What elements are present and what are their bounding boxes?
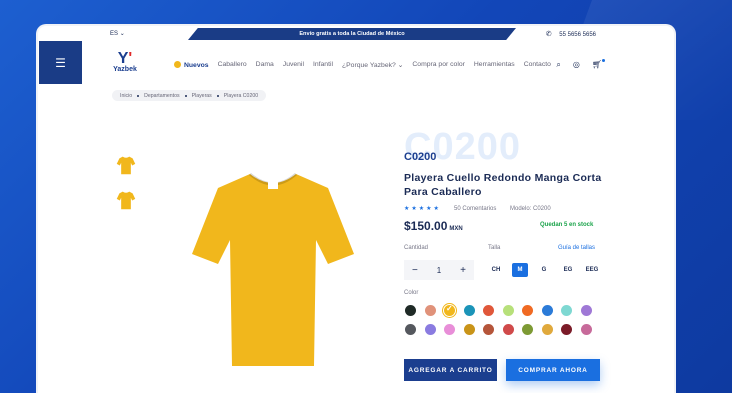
buy-now-button[interactable]: COMPRAR AHORA — [506, 359, 600, 381]
color-swatch[interactable] — [580, 324, 592, 335]
logo-name: Yazbek — [113, 66, 137, 73]
breadcrumb-item[interactable]: Inicio — [120, 93, 132, 99]
logo-mark: Y' — [117, 50, 133, 67]
product-thumbnail[interactable] — [114, 153, 138, 177]
nav-item-label: Contacto — [523, 61, 551, 68]
nav-icons: ⌕ ◎ 🛒︎ — [556, 59, 606, 70]
color-swatch[interactable] — [463, 324, 475, 335]
price-value: $150.00 — [404, 219, 448, 233]
color-label: Color — [404, 290, 419, 296]
reviews-link[interactable]: 50 Comentarios — [454, 206, 496, 212]
color-swatch[interactable] — [444, 324, 455, 335]
product-price: $150.00 MXN — [404, 219, 463, 233]
size-option[interactable]: M — [512, 263, 528, 277]
page: ES ⌄ Envío gratis a toda la Ciudad de Mé… — [38, 26, 674, 393]
color-swatch[interactable] — [541, 305, 553, 316]
nav-item-label: Juvenil — [282, 61, 304, 68]
new-badge-icon — [174, 61, 181, 68]
color-swatch[interactable] — [483, 305, 494, 316]
tshirt-thumbnail-image — [116, 156, 136, 175]
product-main-image — [192, 172, 354, 366]
color-swatch[interactable] — [522, 305, 533, 316]
color-swatch[interactable] — [405, 305, 416, 316]
stock-status: Quedan 5 en stock — [540, 222, 594, 228]
color-swatch[interactable] — [463, 305, 475, 316]
product-code: C0200 — [404, 151, 437, 163]
nav-item-label: Caballero — [217, 61, 247, 68]
increase-quantity-button[interactable]: + — [460, 265, 466, 276]
nav-item[interactable]: Herramientas — [474, 61, 515, 69]
color-swatch[interactable] — [541, 324, 553, 335]
top-bar: ES ⌄ Envío gratis a toda la Ciudad de Mé… — [38, 26, 674, 42]
size-option[interactable]: G — [536, 263, 552, 277]
phone-number: 55 5656 5656 — [559, 32, 596, 38]
nav-item[interactable]: Juvenil — [283, 61, 304, 69]
nav-item[interactable]: Compra por color — [412, 61, 465, 69]
breadcrumb-separator — [184, 94, 187, 97]
add-to-cart-button[interactable]: AGREGAR A CARRITO — [404, 359, 497, 381]
color-swatch[interactable] — [561, 305, 572, 316]
color-swatch[interactable] — [424, 305, 436, 316]
shipping-banner: Envío gratis a toda la Ciudad de México — [188, 28, 516, 40]
decrease-quantity-button[interactable]: − — [412, 265, 418, 276]
color-swatch[interactable] — [405, 324, 416, 335]
product-model: Modelo: C0200 — [510, 206, 551, 212]
product-title: Playera Cuello Redondo Manga Corta Para … — [404, 172, 602, 198]
main-nav: Nuevos Caballero Dama Juvenil Infantil ¿Porqu… — [174, 61, 551, 69]
phone-contact[interactable]: ✆ 55 5656 5656 — [546, 30, 596, 38]
quantity-value[interactable]: 1 — [437, 266, 441, 275]
nav-item[interactable]: ¿Porque Yazbek? ⌄ — [342, 61, 403, 69]
size-label: Talla — [488, 245, 501, 251]
breadcrumb-item[interactable]: Playeras — [192, 93, 212, 99]
color-swatch[interactable] — [483, 324, 494, 335]
breadcrumb-separator — [216, 94, 219, 97]
rating-stars: ★★★★★ — [404, 206, 441, 212]
breadcrumb-item: Playera C0200 — [223, 92, 259, 99]
menu-button[interactable]: ☰ — [39, 41, 82, 84]
nav-item[interactable]: Nuevos — [174, 61, 209, 69]
nav-item-label: Infantil — [312, 61, 333, 68]
browser-frame: ES ⌄ Envío gratis a toda la Ciudad de Mé… — [36, 24, 676, 393]
hamburger-icon: ☰ — [55, 55, 66, 70]
color-swatch[interactable] — [502, 305, 514, 316]
chevron-down-icon: ⌄ — [119, 31, 125, 37]
color-swatch[interactable] — [424, 324, 436, 335]
chevron-down-icon: ⌄ — [395, 62, 404, 69]
color-swatch[interactable] — [442, 303, 457, 318]
user-icon[interactable]: ◎ — [573, 60, 580, 70]
nav-item-label: Dama — [255, 61, 274, 68]
breadcrumb-separator — [137, 94, 140, 97]
product-thumbnail[interactable] — [114, 188, 138, 212]
language-label: ES — [110, 31, 119, 37]
size-option[interactable]: CH — [488, 263, 504, 277]
price-currency: MXN — [449, 226, 463, 232]
size-option[interactable]: EEG — [584, 263, 600, 277]
size-guide-link[interactable]: Guía de tallas — [558, 245, 595, 251]
color-swatch[interactable] — [561, 324, 572, 335]
color-swatch[interactable] — [522, 324, 533, 335]
size-options: CH M G EG EEG — [488, 263, 600, 277]
nav-item[interactable]: Dama — [256, 61, 274, 69]
tshirt-thumbnail-image — [116, 191, 136, 210]
nav-item-label: ¿Porque Yazbek? — [342, 62, 396, 69]
nav-item-label: Nuevos — [184, 62, 209, 69]
nav-item[interactable]: Caballero — [218, 61, 247, 69]
color-swatch[interactable] — [502, 324, 514, 335]
phone-icon: ✆ — [545, 31, 552, 38]
language-selector[interactable]: ES ⌄ — [110, 30, 125, 37]
breadcrumb: Inicio Departamentos Playeras Playera C0200 — [112, 90, 267, 101]
nav-item-label: Compra por color — [412, 61, 465, 68]
quantity-label: Cantidad — [404, 245, 429, 251]
quantity-stepper: − 1 + — [404, 260, 474, 280]
breadcrumb-item[interactable]: Departamentos — [144, 93, 179, 99]
nav-item[interactable]: Infantil — [313, 61, 333, 69]
nav-item-label: Herramientas — [473, 61, 515, 68]
color-swatch[interactable] — [580, 305, 592, 316]
search-icon[interactable]: ⌕ — [556, 60, 560, 70]
size-option[interactable]: EG — [560, 263, 576, 277]
color-options — [405, 303, 605, 335]
logo[interactable]: Y' Yazbek — [110, 50, 140, 74]
nav-item[interactable]: Contacto — [524, 61, 551, 69]
cart-icon[interactable]: 🛒︎ — [592, 59, 606, 70]
